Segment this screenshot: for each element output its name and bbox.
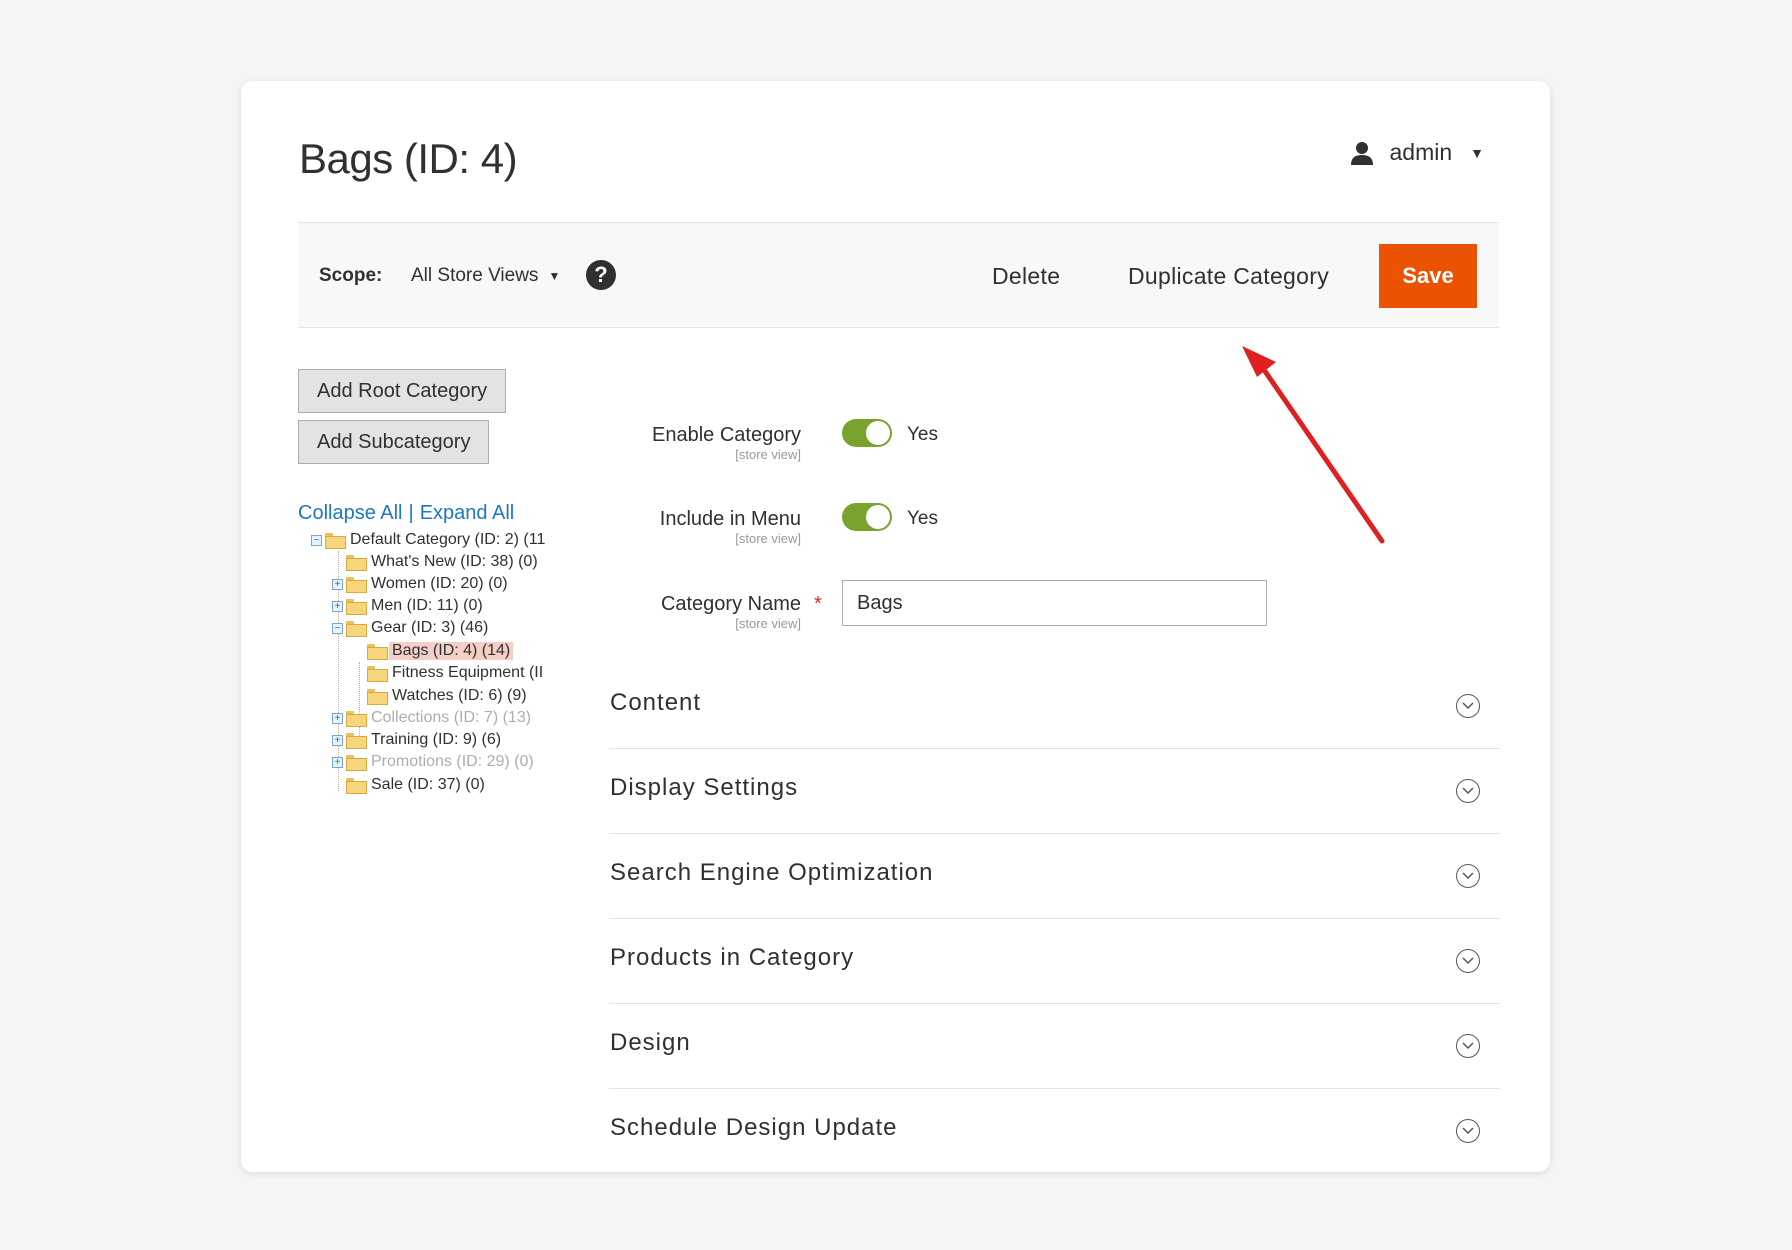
delete-button[interactable]: Delete (992, 263, 1060, 290)
required-marker: * (814, 593, 822, 615)
tree-item-label[interactable]: Bags (ID: 4) (14) (389, 642, 514, 660)
tree-item-label[interactable]: What's New (ID: 38) (0) (368, 553, 541, 571)
chevron-down-icon[interactable] (1456, 949, 1480, 973)
include-in-menu-label: Include in Menu (659, 508, 801, 530)
tree-item-label[interactable]: Gear (ID: 3) (46) (368, 619, 491, 637)
duplicate-category-button[interactable]: Duplicate Category (1128, 263, 1329, 290)
user-name: admin (1389, 139, 1453, 165)
section-schedule-design-update[interactable]: Schedule Design Update (609, 1089, 1500, 1172)
tree-item-label[interactable]: Default Category (ID: 2) (11 (347, 531, 548, 549)
enable-category-toggle[interactable] (842, 419, 892, 447)
scope-value: All Store Views (411, 265, 539, 286)
folder-icon (325, 533, 346, 549)
tree-item-bags[interactable]: Bags (ID: 4) (14) (353, 640, 514, 662)
folder-icon (346, 733, 367, 749)
section-title: Design (610, 1029, 691, 1056)
tree-item-default-category[interactable]: − Default Category (ID: 2) (11 (311, 529, 548, 551)
tree-item-promotions[interactable]: + Promotions (ID: 29) (0) (332, 751, 537, 773)
tree-item-label[interactable]: Sale (ID: 37) (0) (368, 776, 488, 794)
folder-icon (367, 689, 388, 705)
tree-links-separator: | (408, 502, 414, 524)
toggle-knob (866, 421, 890, 445)
user-icon (1351, 141, 1374, 165)
expand-all-link[interactable]: Expand All (420, 502, 515, 524)
collapse-toggle-icon[interactable]: − (332, 622, 343, 634)
folder-icon (346, 577, 367, 593)
enable-category-label: Enable Category (652, 424, 801, 446)
tree-item-label[interactable]: Collections (ID: 7) (13) (368, 709, 534, 727)
tree-item-watches[interactable]: Watches (ID: 6) (9) (353, 685, 530, 707)
tree-item-gear[interactable]: − Gear (ID: 3) (46) (332, 617, 491, 639)
expand-toggle-icon[interactable]: + (332, 578, 343, 590)
section-display-settings[interactable]: Display Settings (609, 749, 1500, 834)
chevron-down-icon: ▼ (1470, 144, 1484, 161)
folder-icon (367, 644, 388, 660)
folder-icon (346, 778, 367, 794)
page-title: Bags (ID: 4) (299, 135, 518, 182)
tree-controls: Collapse All | Expand All (298, 502, 514, 525)
chevron-down-icon[interactable] (1456, 694, 1480, 718)
admin-user-menu[interactable]: admin ▼ (1349, 139, 1484, 166)
section-title: Display Settings (610, 774, 799, 801)
tree-item-label[interactable]: Fitness Equipment (II (389, 664, 546, 682)
folder-icon (346, 621, 367, 637)
folder-icon (346, 599, 367, 615)
scope-label: Scope: (319, 265, 383, 286)
include-in-menu-scope: [store view] (735, 531, 801, 546)
folder-icon (346, 555, 367, 571)
category-edit-panel: Bags (ID: 4) admin ▼ Scope: All Store Vi… (241, 81, 1550, 1172)
chevron-down-icon[interactable] (1456, 1034, 1480, 1058)
expand-toggle-icon[interactable]: + (332, 600, 343, 612)
tree-item-label[interactable]: Women (ID: 20) (0) (368, 575, 511, 593)
chevron-down-icon[interactable] (1456, 779, 1480, 803)
tree-item-collections[interactable]: + Collections (ID: 7) (13) (332, 707, 534, 729)
chevron-down-icon[interactable] (1456, 1119, 1480, 1143)
expand-toggle-icon[interactable]: + (332, 712, 343, 724)
enable-category-scope: [store view] (735, 447, 801, 462)
category-tree: − Default Category (ID: 2) (11 What's Ne… (311, 529, 567, 819)
chevron-down-icon[interactable] (1456, 864, 1480, 888)
section-title: Products in Category (610, 944, 855, 971)
category-name-input[interactable] (842, 580, 1267, 626)
section-products-in-category[interactable]: Products in Category (609, 919, 1500, 1004)
tree-item-label[interactable]: Training (ID: 9) (6) (368, 731, 504, 749)
section-content[interactable]: Content (609, 664, 1500, 749)
collapse-all-link[interactable]: Collapse All (298, 502, 403, 524)
section-design[interactable]: Design (609, 1004, 1500, 1089)
chevron-down-icon: ▼ (548, 269, 561, 283)
tree-item-training[interactable]: + Training (ID: 9) (6) (332, 729, 504, 751)
scope-switcher[interactable]: All Store Views ▼ (411, 265, 560, 287)
section-title: Content (610, 689, 702, 716)
add-subcategory-button[interactable]: Add Subcategory (298, 420, 490, 464)
add-root-category-button[interactable]: Add Root Category (298, 369, 507, 413)
expand-toggle-icon[interactable]: + (332, 756, 343, 768)
tree-item-label[interactable]: Men (ID: 11) (0) (368, 597, 486, 615)
tree-item-women[interactable]: + Women (ID: 20) (0) (332, 573, 511, 595)
category-name-label: Category Name (660, 593, 801, 615)
include-in-menu-toggle[interactable] (842, 503, 892, 531)
folder-icon (367, 666, 388, 682)
tree-item-fitness-equipment[interactable]: Fitness Equipment (II (353, 662, 546, 684)
tree-item-label[interactable]: Promotions (ID: 29) (0) (368, 753, 537, 771)
tree-item-label[interactable]: Watches (ID: 6) (9) (389, 687, 530, 705)
include-in-menu-value: Yes (907, 508, 938, 529)
folder-icon (346, 755, 367, 771)
enable-category-value: Yes (907, 424, 938, 445)
help-icon[interactable]: ? (586, 260, 616, 290)
section-title: Schedule Design Update (610, 1114, 898, 1141)
expand-toggle-icon[interactable]: + (332, 734, 343, 746)
page-actions-toolbar: Scope: All Store Views ▼ ? Delete Duplic… (298, 222, 1499, 328)
tree-item-men[interactable]: + Men (ID: 11) (0) (332, 595, 486, 617)
collapse-toggle-icon[interactable]: − (311, 534, 322, 546)
tree-item-whats-new[interactable]: What's New (ID: 38) (0) (332, 551, 541, 573)
folder-icon (346, 711, 367, 727)
section-search-engine-optimization[interactable]: Search Engine Optimization (609, 834, 1500, 919)
toggle-knob (866, 505, 890, 529)
category-name-scope: [store view] (735, 616, 801, 631)
save-button[interactable]: Save (1379, 244, 1477, 308)
tree-item-sale[interactable]: Sale (ID: 37) (0) (332, 774, 488, 796)
section-title: Search Engine Optimization (610, 859, 934, 886)
